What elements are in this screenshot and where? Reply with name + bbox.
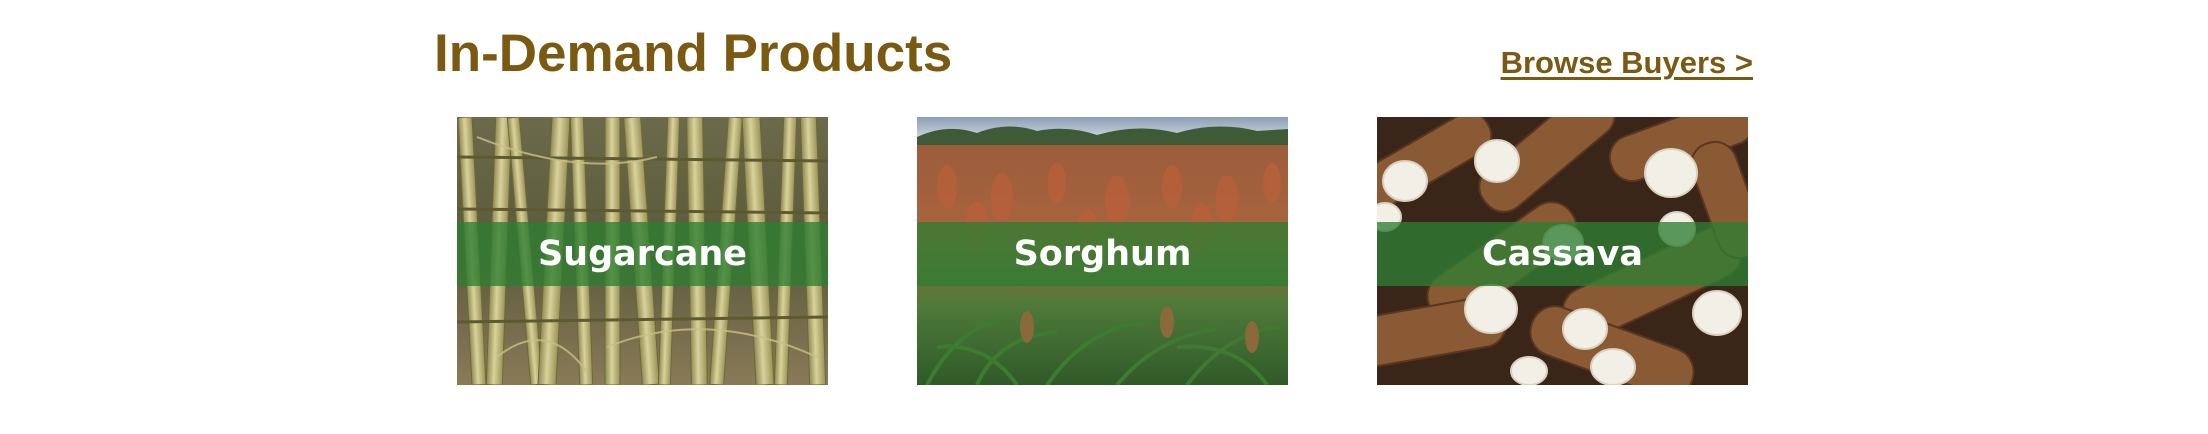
product-card-sorghum[interactable]: Sorghum: [917, 117, 1288, 385]
product-card-cassava[interactable]: Cassava: [1377, 117, 1748, 385]
browse-buyers-link[interactable]: Browse Buyers >: [1501, 44, 1753, 82]
product-card-sugarcane[interactable]: Sugarcane: [457, 117, 828, 385]
sorghum-label: Sorghum: [1013, 234, 1192, 274]
cassava-label: Cassava: [1481, 234, 1644, 274]
product-cards: Sugarcane Sorghum Cassava: [457, 117, 1748, 385]
section-title: In-Demand Products: [434, 24, 953, 83]
sugarcane-label: Sugarcane: [537, 234, 748, 274]
